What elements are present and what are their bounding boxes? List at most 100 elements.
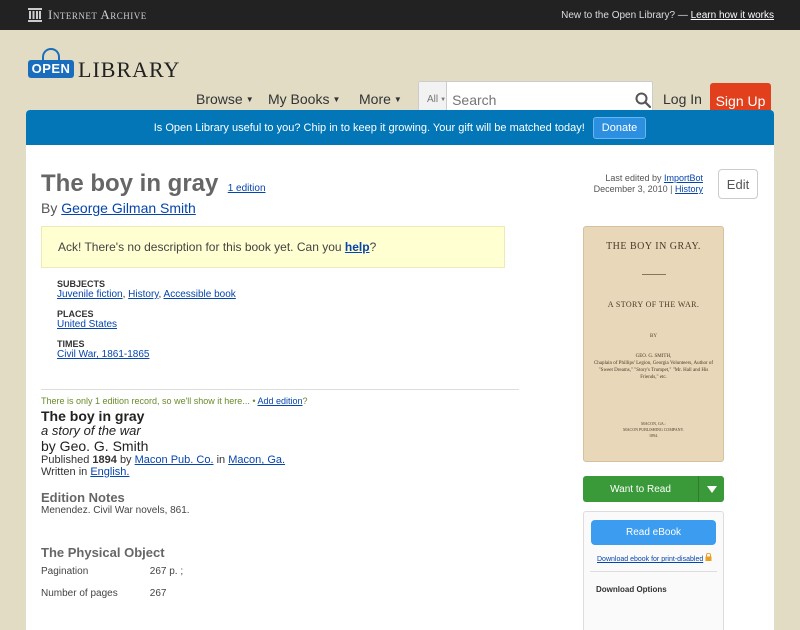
language-link[interactable]: English.: [90, 466, 129, 478]
last-edited-prefix: Last edited by: [605, 173, 662, 183]
internet-archive-bar: Internet Archive New to the Open Library…: [0, 0, 800, 30]
logo-wordmark: LIBRARY: [78, 57, 181, 82]
edition-notes-heading: Edition Notes: [41, 490, 125, 505]
edition-notes-text: Menendez. Civil War novels, 861.: [41, 505, 190, 516]
subject-link[interactable]: Juvenile fiction: [57, 289, 123, 300]
open-sign-icon: OPEN: [28, 48, 74, 84]
times-heading: TIMES: [57, 339, 85, 349]
caret-down-icon: ▼: [393, 94, 402, 104]
subjects-facet: SUBJECTS Juvenile fiction, History, Acce…: [57, 279, 236, 300]
edition-title: The boy in gray: [41, 408, 145, 424]
read-panel: Read eBook Download ebook for print-disa…: [583, 511, 724, 630]
help-link[interactable]: help: [345, 240, 370, 254]
nav-my-books[interactable]: My Books ▼: [268, 91, 340, 107]
edition-language: Written in English.: [41, 466, 285, 478]
donate-button[interactable]: Donate: [592, 116, 647, 139]
donate-text: Is Open Library useful to you? Chip in t…: [153, 121, 585, 134]
written-prefix: Written in: [41, 466, 88, 478]
time-link[interactable]: Civil War, 1861-1865: [57, 349, 149, 360]
caret-down-icon: ▼: [440, 96, 447, 103]
byline-prefix: By: [41, 200, 58, 216]
nav-browse[interactable]: Browse ▼: [196, 91, 254, 107]
author-link[interactable]: George Gilman Smith: [61, 200, 196, 216]
cover-author-note: Chaplain of Phillips' Legion, Georgia Vo…: [593, 361, 714, 380]
internet-archive-logo[interactable]: Internet Archive: [28, 7, 147, 23]
subject-link[interactable]: History: [128, 289, 158, 300]
nav-browse-label: Browse: [196, 91, 243, 107]
open-library-logo[interactable]: OPEN LIBRARY: [28, 48, 180, 84]
work-title: The boy in gray: [41, 170, 219, 197]
single-edition-note: There is only 1 edition record, so we'll…: [41, 396, 308, 406]
single-edition-text: There is only 1 edition record, so we'll…: [41, 396, 256, 406]
cover-author-block: GEO. G. SMITH, Chaplain of Phillips' Leg…: [584, 353, 723, 381]
physical-value: 267 p. ;: [149, 566, 184, 577]
physical-row-pagination: Pagination 267 p. ;: [41, 566, 341, 577]
caret-down-icon: ▼: [245, 94, 254, 104]
caret-down-icon: [706, 485, 717, 493]
main-content: Is Open Library useful to you? Chip in t…: [26, 110, 774, 630]
history-link[interactable]: History: [675, 184, 703, 194]
internet-archive-label: Internet Archive: [48, 7, 147, 22]
places-facet: PLACES United States: [57, 309, 236, 330]
section-divider: [41, 389, 519, 390]
subjects-heading: SUBJECTS: [57, 279, 106, 289]
cover-imprint: MACON, GA.: MACON PUBLISHING COMPANY. 18…: [584, 421, 723, 439]
single-edition-end: ?: [302, 396, 308, 406]
want-to-read-button: Want to Read: [583, 476, 724, 502]
description-notice: Ack! There's no description for this boo…: [41, 226, 505, 268]
search-scope-label: All: [427, 94, 439, 105]
search-input[interactable]: [447, 91, 634, 108]
physical-key: Pagination: [41, 566, 89, 577]
download-options-heading[interactable]: Download Options: [596, 585, 723, 594]
times-facet: TIMES Civil War, 1861-1865: [57, 339, 236, 360]
place-link[interactable]: United States: [57, 319, 117, 330]
physical-row-pages: Number of pages 267: [41, 588, 341, 599]
edition-byline: by Geo. G. Smith: [41, 438, 149, 454]
subject-link[interactable]: Accessible book: [164, 289, 236, 300]
cover-title: THE BOY IN GRAY.: [606, 241, 701, 252]
description-end: ?: [369, 240, 377, 254]
lock-icon: [705, 552, 712, 561]
print-disabled-download: Download ebook for print-disabled: [597, 552, 723, 563]
donate-banner: Is Open Library useful to you? Chip in t…: [26, 110, 774, 145]
physical-key: Number of pages: [41, 588, 118, 599]
cover-by: BY: [650, 334, 657, 339]
last-edited-date: December 3, 2010 |: [593, 184, 673, 194]
cover-subtitle: A STORY OF THE WAR.: [607, 300, 700, 309]
physical-value: 267: [149, 588, 167, 599]
by-word: by: [119, 454, 132, 466]
byline: By George Gilman Smith: [41, 200, 266, 216]
panel-divider: [590, 571, 717, 572]
caret-down-icon: ▼: [332, 94, 341, 104]
book-cover[interactable]: THE BOY IN GRAY. A STORY OF THE WAR. BY …: [583, 226, 724, 462]
cover-pub-year: 1894.: [649, 433, 658, 438]
published-prefix: Published: [41, 454, 90, 466]
nav-more[interactable]: More ▼: [359, 91, 402, 107]
nav-more-label: More: [359, 91, 391, 107]
edition-count-link[interactable]: 1 edition: [228, 183, 266, 194]
site-header: OPEN LIBRARY Browse ▼ My Books ▼ More ▼ …: [0, 30, 800, 118]
login-link[interactable]: Log In: [663, 91, 702, 107]
nav-my-books-label: My Books: [268, 91, 330, 107]
read-ebook-button[interactable]: Read eBook: [591, 520, 716, 545]
places-heading: PLACES: [57, 309, 94, 319]
edition-publication: Published 1894 by Macon Pub. Co. in Maco…: [41, 454, 285, 466]
edit-button[interactable]: Edit: [718, 169, 758, 199]
learn-how-link[interactable]: Learn how it works: [691, 10, 774, 21]
edition-subtitle: a story of the war: [41, 423, 141, 438]
logo-sign-text: OPEN: [28, 60, 74, 78]
add-edition-link[interactable]: Add edition: [257, 396, 302, 406]
new-user-text: New to the Open Library? —: [561, 9, 688, 21]
editor-link[interactable]: ImportBot: [664, 173, 703, 183]
publish-place-link[interactable]: Macon, Ga.: [228, 454, 285, 466]
in-word: in: [216, 454, 226, 466]
want-to-read-label[interactable]: Want to Read: [583, 476, 699, 502]
publish-year: 1894: [92, 454, 117, 466]
cover-rule: [641, 274, 666, 275]
reading-list-dropdown[interactable]: [699, 476, 724, 502]
print-disabled-link[interactable]: Download ebook for print-disabled: [597, 556, 703, 563]
new-user-prompt: New to the Open Library? — Learn how it …: [561, 10, 774, 21]
description-text: Ack! There's no description for this boo…: [58, 240, 342, 254]
publisher-link[interactable]: Macon Pub. Co.: [135, 454, 214, 466]
cover-author: GEO. G. SMITH,: [635, 354, 672, 359]
